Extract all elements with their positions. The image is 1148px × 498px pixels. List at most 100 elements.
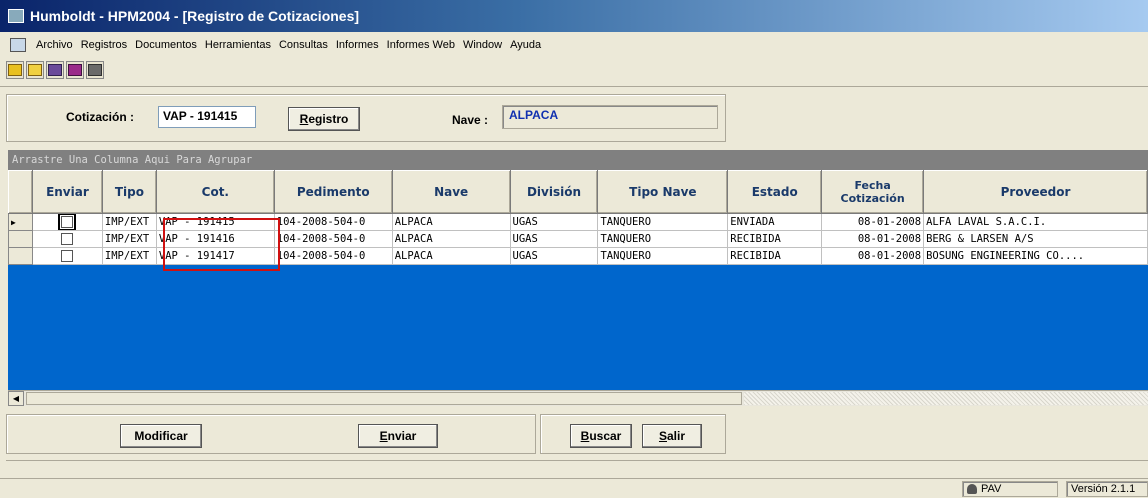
status-user-name: PAV (981, 483, 1002, 495)
cotizacion-field[interactable]: VAP - 191415 (158, 106, 256, 128)
col-header-proveedor[interactable]: Proveedor (923, 170, 1148, 214)
registro-button-accel: R (299, 112, 309, 126)
division-cell: UGAS (509, 213, 599, 231)
registro-button[interactable]: Registro (288, 107, 360, 131)
fecha-cell: 08-01-2008 (821, 213, 925, 231)
pedimento-cell: 104-2008-504-0 (273, 213, 393, 231)
tipo-nave-cell: TANQUERO (597, 247, 729, 265)
menu-registros[interactable]: Registros (77, 39, 131, 51)
menu-ayuda[interactable]: Ayuda (506, 39, 545, 51)
menu-herramientas[interactable]: Herramientas (201, 39, 275, 51)
menu-informes[interactable]: Informes (332, 39, 383, 51)
row-indicator[interactable] (8, 230, 33, 248)
status-version: Versión 2.1.1 (1066, 481, 1148, 497)
col-header-estado[interactable]: Estado (727, 170, 823, 214)
division-cell: UGAS (509, 247, 599, 265)
mdi-child-icon[interactable] (10, 38, 26, 52)
modificar-button[interactable]: Modificar (120, 424, 202, 448)
enviar-cell[interactable] (31, 230, 103, 248)
tipo-cell: IMP/EXT (101, 213, 157, 231)
toolbar-separator (0, 86, 1148, 87)
table-row[interactable]: IMP/EXT VAP - 191417 104-2008-504-0 ALPA… (8, 247, 1148, 265)
row-indicator-header (8, 170, 33, 214)
col-header-division[interactable]: División (509, 170, 599, 214)
menu-window[interactable]: Window (459, 39, 506, 51)
user-icon (967, 484, 977, 495)
table-row[interactable]: IMP/EXT VAP - 191416 104-2008-504-0 ALPA… (8, 230, 1148, 248)
buscar-button-accel: B (580, 429, 590, 443)
fecha-cell: 08-01-2008 (821, 230, 925, 248)
salir-button[interactable]: Salir (642, 424, 702, 448)
tipo-cell: IMP/EXT (101, 230, 157, 248)
estado-cell: RECIBIDA (727, 247, 823, 265)
registro-button-label: egistro (308, 112, 349, 126)
window-title: Humboldt - HPM2004 - [Registro de Cotiza… (30, 8, 360, 24)
menu-bar: Archivo Registros Documentos Herramienta… (0, 34, 1148, 56)
salir-button-label: alir (667, 429, 686, 443)
menu-informes-web[interactable]: Informes Web (383, 39, 459, 51)
enviar-button[interactable]: Enviar (358, 424, 438, 448)
col-header-fecha-cotizacion[interactable]: Fecha Cotización (821, 170, 925, 214)
nave-cell: ALPACA (391, 230, 511, 248)
col-header-cot[interactable]: Cot. (155, 170, 275, 214)
open-folder-icon (28, 64, 42, 76)
cot-cell: VAP - 191417 (155, 247, 275, 265)
cot-cell: VAP - 191416 (155, 230, 275, 248)
bottom-divider (6, 460, 1148, 461)
enviar-cell[interactable] (31, 213, 103, 231)
enviar-checkbox[interactable] (58, 214, 77, 230)
nave-field[interactable]: ALPACA (502, 105, 718, 129)
toolbar (6, 58, 104, 82)
enviar-cell[interactable] (31, 247, 103, 265)
horizontal-scrollbar[interactable]: ◀ (8, 390, 1148, 406)
proveedor-cell: BERG & LARSEN A/S (923, 230, 1148, 248)
col-header-tipo[interactable]: Tipo (101, 170, 157, 214)
col-header-enviar[interactable]: Enviar (31, 170, 103, 214)
scroll-thumb[interactable] (26, 392, 742, 405)
estado-cell: RECIBIDA (727, 230, 823, 248)
cotizacion-label: Cotización : (66, 110, 134, 124)
print-icon (48, 64, 62, 76)
new-doc-button[interactable] (6, 61, 24, 79)
row-indicator[interactable] (8, 247, 33, 265)
scroll-track[interactable] (744, 392, 1148, 405)
status-user: PAV (962, 481, 1058, 497)
fecha-header-line2: Cotización (840, 192, 905, 205)
menu-archivo[interactable]: Archivo (32, 39, 77, 51)
menu-consultas[interactable]: Consultas (275, 39, 332, 51)
grid-header-row: Enviar Tipo Cot. Pedimento Nave División… (8, 170, 1148, 214)
title-bar: Humboldt - HPM2004 - [Registro de Cotiza… (0, 0, 1148, 32)
pedimento-cell: 104-2008-504-0 (273, 247, 393, 265)
exit-button[interactable] (86, 61, 104, 79)
calendar-button[interactable] (66, 61, 84, 79)
open-folder-button[interactable] (26, 61, 44, 79)
nave-label: Nave : (452, 113, 489, 127)
buscar-button[interactable]: Buscar (570, 424, 632, 448)
pedimento-cell: 104-2008-504-0 (273, 230, 393, 248)
salir-button-accel: S (658, 429, 667, 443)
estado-cell: ENVIADA (727, 213, 823, 231)
nave-cell: ALPACA (391, 247, 511, 265)
tipo-nave-cell: TANQUERO (597, 213, 729, 231)
proveedor-cell: ALFA LAVAL S.A.C.I. (923, 213, 1148, 231)
print-button[interactable] (46, 61, 64, 79)
enviar-checkbox[interactable] (61, 233, 74, 245)
status-bar: PAV Versión 2.1.1 (0, 478, 1148, 498)
scroll-left-arrow-icon[interactable]: ◀ (8, 391, 24, 406)
actions-panel (6, 414, 536, 454)
window-app-icon[interactable] (8, 9, 24, 23)
col-header-pedimento[interactable]: Pedimento (273, 170, 393, 214)
row-indicator[interactable]: ▶ (8, 213, 33, 231)
tipo-cell: IMP/EXT (101, 247, 157, 265)
menu-documentos[interactable]: Documentos (131, 39, 201, 51)
tipo-nave-cell: TANQUERO (597, 230, 729, 248)
enviar-checkbox[interactable] (61, 250, 74, 262)
fecha-header-line1: Fecha (854, 179, 891, 192)
col-header-nave[interactable]: Nave (391, 170, 511, 214)
table-row[interactable]: ▶ IMP/EXT VAP - 191415 104-2008-504-0 AL… (8, 213, 1148, 231)
current-row-arrow-icon: ▶ (11, 218, 16, 227)
col-header-tipo-nave[interactable]: Tipo Nave (597, 170, 729, 214)
division-cell: UGAS (509, 230, 599, 248)
proveedor-cell: BOSUNG ENGINEERING CO.... (923, 247, 1148, 265)
group-by-area[interactable]: Arrastre Una Columna Aqui Para Agrupar (8, 150, 1148, 170)
